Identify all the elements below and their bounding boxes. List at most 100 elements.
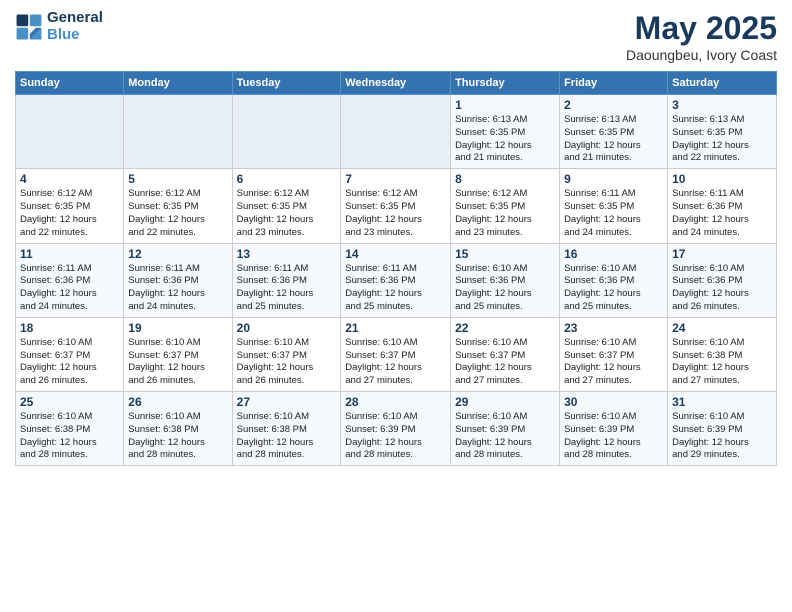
day-number: 30: [564, 395, 663, 409]
calendar-cell: 10 Sunrise: 6:11 AM Sunset: 6:36 PM Dayli…: [668, 169, 777, 243]
day-number: 22: [455, 321, 555, 335]
calendar-cell: 31 Sunrise: 6:10 AM Sunset: 6:39 PM Dayli…: [668, 392, 777, 466]
cell-detail: Sunrise: 6:10 AM Sunset: 6:37 PM Dayligh…: [345, 337, 446, 388]
cell-detail: Sunrise: 6:10 AM Sunset: 6:38 PM Dayligh…: [237, 411, 337, 462]
day-number: 21: [345, 321, 446, 335]
day-number: 9: [564, 172, 663, 186]
cell-detail: Sunrise: 6:10 AM Sunset: 6:38 PM Dayligh…: [20, 411, 119, 462]
calendar-cell: 25 Sunrise: 6:10 AM Sunset: 6:38 PM Dayli…: [16, 392, 124, 466]
calendar-cell: 5 Sunrise: 6:12 AM Sunset: 6:35 PM Daylig…: [124, 169, 232, 243]
title-block: May 2025 Daoungbeu, Ivory Coast: [626, 10, 777, 63]
cell-detail: Sunrise: 6:10 AM Sunset: 6:36 PM Dayligh…: [455, 263, 555, 314]
day-number: 8: [455, 172, 555, 186]
calendar-cell: 8 Sunrise: 6:12 AM Sunset: 6:35 PM Daylig…: [451, 169, 560, 243]
day-number: 19: [128, 321, 227, 335]
day-number: 16: [564, 247, 663, 261]
calendar-cell: 1Sunrise: 6:13 AM Sunset: 6:35 PM Daylig…: [451, 95, 560, 169]
calendar-cell: 3 Sunrise: 6:13 AM Sunset: 6:35 PM Daylig…: [668, 95, 777, 169]
cell-detail: Sunrise: 6:11 AM Sunset: 6:36 PM Dayligh…: [237, 263, 337, 314]
calendar-cell: [124, 95, 232, 169]
cell-detail: Sunrise: 6:10 AM Sunset: 6:37 PM Dayligh…: [564, 337, 663, 388]
calendar-cell: 29 Sunrise: 6:10 AM Sunset: 6:39 PM Dayli…: [451, 392, 560, 466]
cell-detail: Sunrise: 6:11 AM Sunset: 6:36 PM Dayligh…: [672, 188, 772, 239]
calendar-cell: 6Sunrise: 6:12 AM Sunset: 6:35 PM Daylig…: [232, 169, 341, 243]
calendar-cell: 12Sunrise: 6:11 AM Sunset: 6:36 PM Dayli…: [124, 243, 232, 317]
cell-detail: Sunrise: 6:10 AM Sunset: 6:37 PM Dayligh…: [20, 337, 119, 388]
cell-detail: Sunrise: 6:12 AM Sunset: 6:35 PM Dayligh…: [345, 188, 446, 239]
calendar-cell: 2Sunrise: 6:13 AM Sunset: 6:35 PM Daylig…: [560, 95, 668, 169]
day-number: 27: [237, 395, 337, 409]
calendar-cell: 14Sunrise: 6:11 AM Sunset: 6:36 PM Dayli…: [341, 243, 451, 317]
cell-detail: Sunrise: 6:13 AM Sunset: 6:35 PM Dayligh…: [564, 114, 663, 165]
cell-detail: Sunrise: 6:12 AM Sunset: 6:35 PM Dayligh…: [237, 188, 337, 239]
calendar-cell: 23 Sunrise: 6:10 AM Sunset: 6:37 PM Dayli…: [560, 317, 668, 391]
cell-detail: Sunrise: 6:10 AM Sunset: 6:37 PM Dayligh…: [237, 337, 337, 388]
calendar-cell: 21 Sunrise: 6:10 AM Sunset: 6:37 PM Dayli…: [341, 317, 451, 391]
day-number: 23: [564, 321, 663, 335]
cell-detail: Sunrise: 6:10 AM Sunset: 6:39 PM Dayligh…: [672, 411, 772, 462]
day-number: 31: [672, 395, 772, 409]
day-number: 3: [672, 98, 772, 112]
cell-detail: Sunrise: 6:10 AM Sunset: 6:39 PM Dayligh…: [455, 411, 555, 462]
calendar-cell: 27 Sunrise: 6:10 AM Sunset: 6:38 PM Dayli…: [232, 392, 341, 466]
day-number: 17: [672, 247, 772, 261]
calendar-week-1: 1Sunrise: 6:13 AM Sunset: 6:35 PM Daylig…: [16, 95, 777, 169]
cell-detail: Sunrise: 6:11 AM Sunset: 6:36 PM Dayligh…: [345, 263, 446, 314]
header: General Blue May 2025 Daoungbeu, Ivory C…: [15, 10, 777, 63]
cell-detail: Sunrise: 6:10 AM Sunset: 6:38 PM Dayligh…: [128, 411, 227, 462]
logo-text: General Blue: [47, 10, 103, 43]
day-number: 25: [20, 395, 119, 409]
weekday-header-saturday: Saturday: [668, 72, 777, 95]
calendar-table: SundayMondayTuesdayWednesdayThursdayFrid…: [15, 71, 777, 466]
calendar-cell: [16, 95, 124, 169]
calendar-week-4: 18 Sunrise: 6:10 AM Sunset: 6:37 PM Dayli…: [16, 317, 777, 391]
calendar-cell: [232, 95, 341, 169]
calendar-week-3: 11 Sunrise: 6:11 AM Sunset: 6:36 PM Dayli…: [16, 243, 777, 317]
calendar-cell: 15 Sunrise: 6:10 AM Sunset: 6:36 PM Dayli…: [451, 243, 560, 317]
cell-detail: Sunrise: 6:10 AM Sunset: 6:37 PM Dayligh…: [128, 337, 227, 388]
calendar-cell: [341, 95, 451, 169]
cell-detail: Sunrise: 6:11 AM Sunset: 6:36 PM Dayligh…: [128, 263, 227, 314]
weekday-header-row: SundayMondayTuesdayWednesdayThursdayFrid…: [16, 72, 777, 95]
cell-detail: Sunrise: 6:12 AM Sunset: 6:35 PM Dayligh…: [20, 188, 119, 239]
weekday-header-tuesday: Tuesday: [232, 72, 341, 95]
cell-detail: Sunrise: 6:10 AM Sunset: 6:37 PM Dayligh…: [455, 337, 555, 388]
day-number: 10: [672, 172, 772, 186]
month-year: May 2025: [626, 10, 777, 47]
calendar-cell: 20 Sunrise: 6:10 AM Sunset: 6:37 PM Dayli…: [232, 317, 341, 391]
day-number: 15: [455, 247, 555, 261]
calendar-cell: 19 Sunrise: 6:10 AM Sunset: 6:37 PM Dayli…: [124, 317, 232, 391]
day-number: 24: [672, 321, 772, 335]
day-number: 5: [128, 172, 227, 186]
calendar-cell: 16 Sunrise: 6:10 AM Sunset: 6:36 PM Dayli…: [560, 243, 668, 317]
cell-detail: Sunrise: 6:10 AM Sunset: 6:38 PM Dayligh…: [672, 337, 772, 388]
calendar-cell: 9 Sunrise: 6:11 AM Sunset: 6:35 PM Daylig…: [560, 169, 668, 243]
day-number: 29: [455, 395, 555, 409]
day-number: 20: [237, 321, 337, 335]
calendar-cell: 26 Sunrise: 6:10 AM Sunset: 6:38 PM Dayli…: [124, 392, 232, 466]
calendar-cell: 30 Sunrise: 6:10 AM Sunset: 6:39 PM Dayli…: [560, 392, 668, 466]
calendar-cell: 24 Sunrise: 6:10 AM Sunset: 6:38 PM Dayli…: [668, 317, 777, 391]
calendar-cell: 17 Sunrise: 6:10 AM Sunset: 6:36 PM Dayli…: [668, 243, 777, 317]
calendar-cell: 11Sunrise: 6:11 AM Sunset: 6:36 PM Dayli…: [16, 243, 124, 317]
day-number: 18: [20, 321, 119, 335]
logo-icon: [15, 13, 43, 41]
cell-detail: Sunrise: 6:13 AM Sunset: 6:35 PM Dayligh…: [455, 114, 555, 165]
cell-detail: Sunrise: 6:10 AM Sunset: 6:36 PM Dayligh…: [672, 263, 772, 314]
cell-detail: Sunrise: 6:12 AM Sunset: 6:35 PM Dayligh…: [128, 188, 227, 239]
day-number: 26: [128, 395, 227, 409]
cell-detail: Sunrise: 6:11 AM Sunset: 6:35 PM Dayligh…: [564, 188, 663, 239]
calendar-cell: 18 Sunrise: 6:10 AM Sunset: 6:37 PM Dayli…: [16, 317, 124, 391]
calendar-cell: 22 Sunrise: 6:10 AM Sunset: 6:37 PM Dayli…: [451, 317, 560, 391]
day-number: 28: [345, 395, 446, 409]
calendar-cell: 4Sunrise: 6:12 AM Sunset: 6:35 PM Daylig…: [16, 169, 124, 243]
calendar-cell: 28Sunrise: 6:10 AM Sunset: 6:39 PM Dayli…: [341, 392, 451, 466]
cell-detail: Sunrise: 6:10 AM Sunset: 6:36 PM Dayligh…: [564, 263, 663, 314]
cell-detail: Sunrise: 6:10 AM Sunset: 6:39 PM Dayligh…: [564, 411, 663, 462]
cell-detail: Sunrise: 6:13 AM Sunset: 6:35 PM Dayligh…: [672, 114, 772, 165]
day-number: 7: [345, 172, 446, 186]
weekday-header-sunday: Sunday: [16, 72, 124, 95]
cell-detail: Sunrise: 6:12 AM Sunset: 6:35 PM Dayligh…: [455, 188, 555, 239]
day-number: 11: [20, 247, 119, 261]
calendar-page: General Blue May 2025 Daoungbeu, Ivory C…: [0, 0, 792, 612]
